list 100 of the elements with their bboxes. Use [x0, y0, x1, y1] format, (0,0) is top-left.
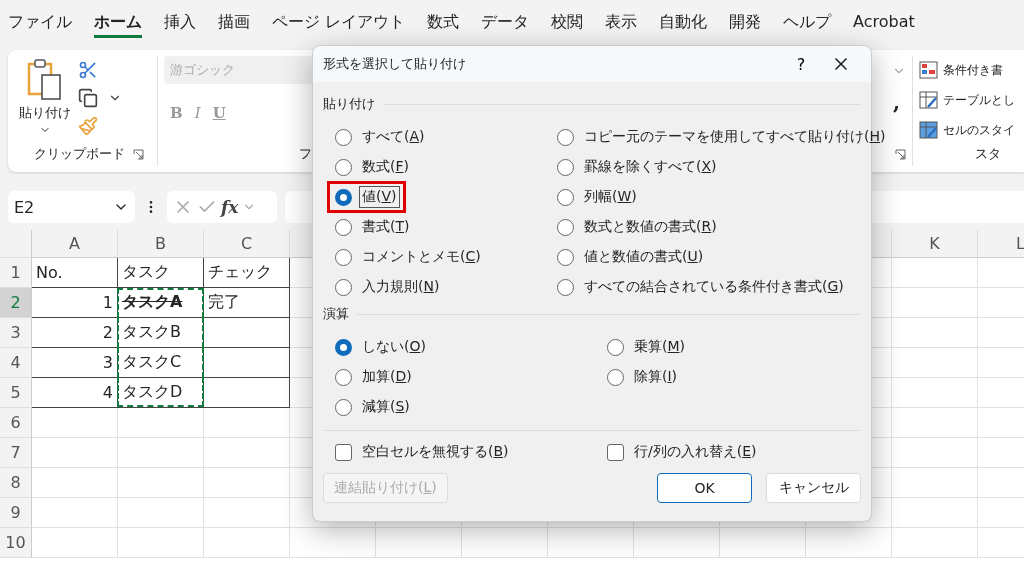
radio-button[interactable]: [607, 338, 624, 356]
radio-button[interactable]: [335, 218, 352, 236]
radio-button[interactable]: [557, 278, 574, 296]
radio-button[interactable]: [557, 128, 574, 146]
menu-tab[interactable]: 開発: [729, 12, 762, 38]
menu-tab[interactable]: ファイル: [8, 12, 72, 38]
radio-button[interactable]: [335, 398, 352, 416]
menu-tab[interactable]: ホーム: [94, 12, 142, 38]
grid-cell: 1: [32, 288, 118, 318]
group-label: クリップボード: [34, 145, 125, 163]
grid-cell: タスクA: [118, 288, 204, 318]
menu-tab[interactable]: 表示: [605, 12, 638, 38]
radio-button[interactable]: [335, 368, 352, 386]
row-header[interactable]: 8: [0, 468, 32, 498]
dialog-title: 形式を選択して貼り付け: [323, 55, 467, 73]
option-label[interactable]: 値と数値の書式(U): [582, 247, 706, 267]
group-label: フ: [299, 145, 312, 163]
option-label[interactable]: 加算(D): [360, 367, 414, 387]
option-label[interactable]: コピー元のテーマを使用してすべて貼り付け(H): [582, 127, 888, 147]
grid-cell: タスクB: [118, 318, 204, 348]
grid-cell: チェック: [204, 258, 290, 288]
grid-cell: 3: [32, 348, 118, 378]
option-label[interactable]: コメントとメモ(C): [360, 247, 483, 267]
option-label[interactable]: 乗算(M): [632, 337, 688, 357]
grid-cell: タスクC: [118, 348, 204, 378]
option-label[interactable]: 罫線を除くすべて(X): [582, 157, 719, 177]
option-label[interactable]: 数式と数値の書式(R): [582, 217, 719, 237]
dialog-launcher-icon[interactable]: [133, 148, 144, 160]
row-header[interactable]: 10: [0, 528, 32, 558]
radio-button[interactable]: [335, 338, 352, 356]
section-label: 貼り付け: [323, 95, 375, 113]
menu-tab[interactable]: ページ レイアウト: [272, 12, 406, 38]
copy-icon: [78, 88, 98, 108]
help-button[interactable]: ?: [781, 53, 821, 75]
option-label[interactable]: 列幅(W): [582, 187, 639, 207]
paintbrush-icon: [78, 116, 98, 136]
radio-button[interactable]: [607, 368, 624, 386]
menu-tab[interactable]: ヘルプ: [783, 12, 832, 38]
checkbox-label[interactable]: 空白セルを無視する(B): [360, 442, 511, 462]
radio-button[interactable]: [335, 158, 352, 176]
option-label[interactable]: 値(V): [360, 187, 399, 207]
grid-cell: タスクD: [118, 378, 204, 408]
column-header[interactable]: B: [118, 230, 204, 258]
menu-tab[interactable]: 自動化: [659, 12, 708, 38]
radio-button[interactable]: [335, 188, 352, 206]
radio-button[interactable]: [335, 128, 352, 146]
name-box[interactable]: E2: [8, 191, 135, 223]
radio-button[interactable]: [557, 188, 574, 206]
row-header[interactable]: 2: [0, 288, 32, 318]
scissors-icon: [78, 60, 98, 80]
column-header[interactable]: K: [892, 230, 978, 258]
row-header[interactable]: 6: [0, 408, 32, 438]
grid-cell: No.: [32, 258, 118, 288]
menu-tab[interactable]: データ: [481, 12, 530, 38]
insert-function-button[interactable]: fx: [221, 197, 239, 217]
row-header[interactable]: 1: [0, 258, 32, 288]
menu-tab[interactable]: 描画: [218, 12, 250, 38]
grid-cell: タスク: [118, 258, 204, 288]
menu-tab[interactable]: 挿入: [164, 12, 196, 38]
radio-button[interactable]: [557, 158, 574, 176]
column-header[interactable]: L: [978, 230, 1024, 258]
style-command-button[interactable]: セルのスタイ: [919, 118, 1015, 142]
menu-tab[interactable]: 数式: [427, 12, 460, 38]
option-label[interactable]: すべて(A): [360, 127, 427, 147]
option-label[interactable]: 入力規則(N): [360, 277, 442, 297]
menu-tab[interactable]: 校閲: [551, 12, 584, 38]
style-command-button[interactable]: 条件付き書: [919, 58, 1015, 82]
radio-button[interactable]: [335, 248, 352, 266]
option-label[interactable]: 減算(S): [360, 397, 412, 417]
clipboard-icon: [27, 58, 63, 102]
row-header[interactable]: 7: [0, 438, 32, 468]
checkbox[interactable]: [607, 443, 624, 461]
cancel-button[interactable]: キャンセル: [766, 473, 861, 503]
option-label[interactable]: すべての結合されている条件付き書式(G): [582, 277, 846, 297]
column-header[interactable]: C: [204, 230, 290, 258]
row-header[interactable]: 3: [0, 318, 32, 348]
radio-button[interactable]: [557, 218, 574, 236]
row-header[interactable]: 9: [0, 498, 32, 528]
grid-cell: 2: [32, 318, 118, 348]
menu-tab[interactable]: Acrobat: [853, 12, 915, 38]
grid-cell: 4: [32, 378, 118, 408]
radio-button[interactable]: [335, 278, 352, 296]
column-header[interactable]: A: [32, 230, 118, 258]
checkbox-label[interactable]: 行/列の入れ替え(E): [632, 442, 759, 462]
row-header[interactable]: 5: [0, 378, 32, 408]
dialog-launcher-icon[interactable]: [895, 148, 906, 160]
comma-style-button[interactable]: ,: [887, 88, 906, 116]
radio-button[interactable]: [557, 248, 574, 266]
ok-button[interactable]: OK: [657, 473, 752, 503]
row-header[interactable]: 4: [0, 348, 32, 378]
paste-button[interactable]: 貼り付け: [14, 58, 76, 142]
option-label[interactable]: 書式(T): [360, 217, 412, 237]
group-label: スタ: [975, 145, 1001, 163]
option-label[interactable]: 数式(F): [360, 157, 411, 177]
table-brush-icon: [919, 120, 939, 140]
table-grid-icon: [919, 60, 939, 80]
option-label[interactable]: しない(O): [360, 337, 428, 357]
option-label[interactable]: 除算(I): [632, 367, 680, 387]
checkbox[interactable]: [335, 443, 352, 461]
style-command-button[interactable]: テーブルとし: [919, 88, 1015, 112]
